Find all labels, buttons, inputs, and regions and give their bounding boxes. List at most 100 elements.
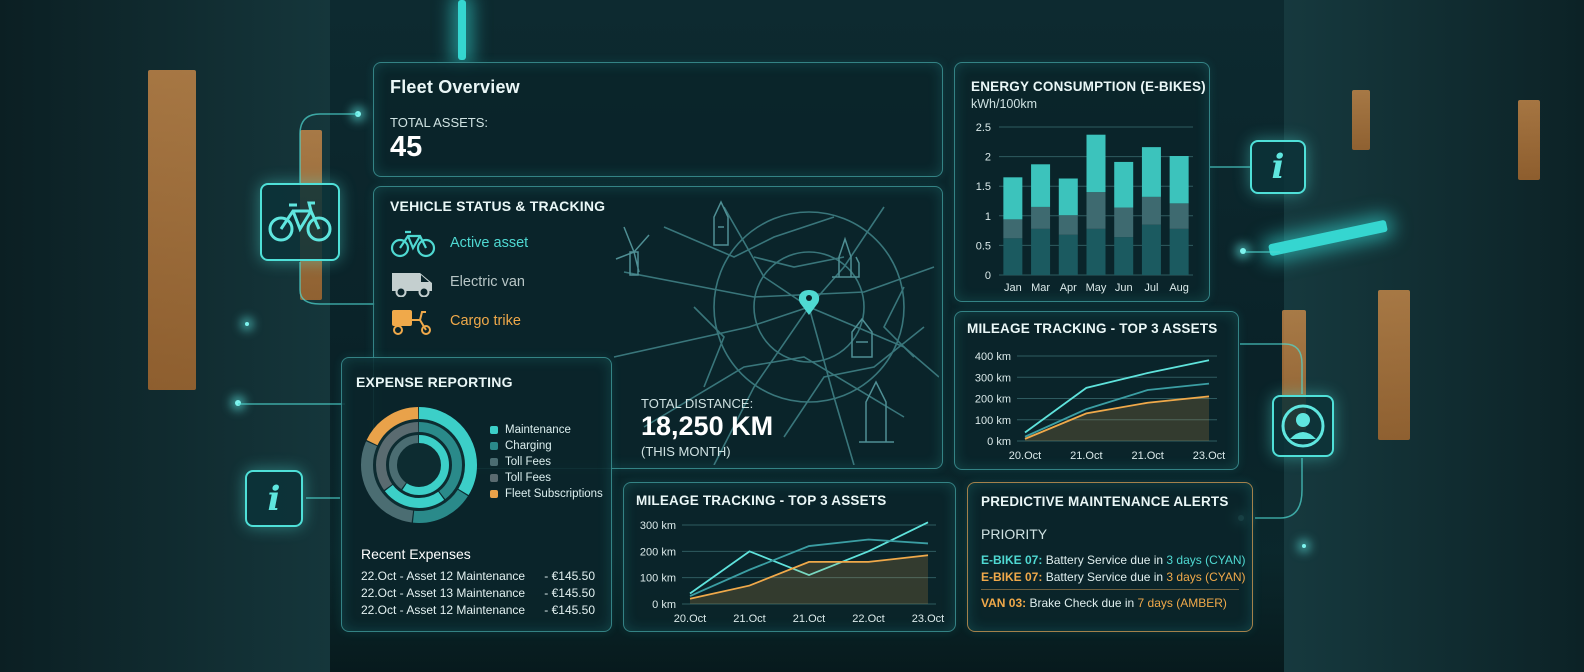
expense-row[interactable]: 22.Oct - Asset 12 Maintenance - €145.50 [361, 569, 595, 586]
vehicle-legend-trike[interactable]: Cargo trike [390, 305, 521, 337]
x-tick-label: May [1086, 282, 1107, 294]
x-tick-label: 21.Oct [793, 613, 825, 625]
user-profile-button[interactable] [1272, 395, 1334, 457]
legend-item: Toll Fees [490, 454, 603, 470]
x-tick-label: Apr [1060, 282, 1077, 294]
total-distance-value: 18,250 KM [641, 411, 774, 441]
glow-dot [245, 322, 249, 326]
fleet-overview-panel: Fleet Overview TOTAL ASSETS: 45 [373, 62, 943, 177]
total-distance-label: TOTAL DISTANCE: [641, 396, 754, 411]
x-tick-label: 21.Oct [733, 613, 765, 625]
x-tick-label: 22.Oct [852, 613, 884, 625]
energy-bar-chart: 0 0.5 1 1.5 2 2.5 Jan Mar Apr May Jun Jul Aug [976, 122, 1193, 294]
glow-dot [1302, 544, 1306, 548]
expense-row[interactable]: 22.Oct - Asset 12 Maintenance - €145.50 [361, 603, 595, 620]
x-tick-label: 23.Oct [912, 613, 944, 625]
bar-segment [1114, 237, 1134, 275]
y-tick-label: 2.5 [976, 122, 991, 134]
legend-item: Toll Fees [490, 470, 603, 486]
bar-segment [1114, 161, 1134, 208]
alert-item[interactable]: E-BIKE 07: Battery Service due in 3 days… [981, 570, 1246, 584]
info-icon: i [1271, 147, 1285, 187]
bicycle-icon [390, 230, 436, 258]
background-window [148, 70, 196, 390]
y-tick-label: 100 km [975, 415, 1011, 427]
mileage-right-title: MILEAGE TRACKING - TOP 3 ASSETS [967, 321, 1218, 336]
mileage-bottom-title: MILEAGE TRACKING - TOP 3 ASSETS [636, 493, 887, 508]
vehicle-legend-active[interactable]: Active asset [390, 227, 528, 259]
bicycle-icon [268, 201, 332, 242]
expense-reporting-panel: EXPENSE REPORTING Maintenance Charging T… [341, 357, 612, 632]
info-button-left[interactable]: i [245, 470, 303, 527]
vehicle-legend-label: Active asset [450, 235, 529, 251]
total-distance-period: (THIS MONTH) [641, 444, 731, 459]
glow-dot [355, 111, 361, 117]
bar-segment [1058, 178, 1078, 216]
y-tick-label: 300 km [640, 520, 676, 532]
bar-segment [1003, 238, 1023, 275]
expense-donut-chart [361, 407, 477, 523]
alert-asset: VAN 03: [981, 596, 1027, 610]
x-tick-label: Jun [1115, 282, 1133, 294]
expense-description: 22.Oct - Asset 12 Maintenance [361, 603, 526, 617]
alert-due: 3 days (CYAN) [1166, 553, 1246, 567]
glow-dot [1240, 248, 1246, 254]
bar-segment [1169, 228, 1189, 275]
recent-expenses-list: 22.Oct - Asset 12 Maintenance - €145.50 2… [361, 569, 595, 620]
series-area [1025, 396, 1209, 441]
y-tick-label: 400 km [975, 351, 1011, 363]
alert-text: Brake Check due in [1026, 596, 1138, 610]
legend-swatch [490, 474, 498, 482]
neon-strip [458, 0, 466, 60]
alert-item[interactable]: E-BIKE 07: Battery Service due in 3 days… [981, 553, 1246, 567]
user-icon [1281, 404, 1325, 448]
info-icon: i [267, 478, 281, 519]
bar-segment [1141, 147, 1161, 197]
expense-amount: - €145.50 [544, 586, 595, 600]
mileage-tracking-panel-right: MILEAGE TRACKING - TOP 3 ASSETS 0 km 100 … [954, 311, 1239, 470]
bicycle-side-button[interactable] [260, 183, 340, 261]
x-tick-label: 21.Oct [1070, 450, 1102, 462]
alert-asset: E-BIKE 07: [981, 570, 1043, 584]
y-tick-label: 300 km [975, 372, 1011, 384]
y-tick-label: 200 km [975, 394, 1011, 406]
expense-amount: - €145.50 [544, 603, 595, 617]
legend-label: Maintenance [505, 424, 571, 436]
expense-row[interactable]: 22.Oct - Asset 13 Maintenance - €145.50 [361, 586, 595, 603]
expense-description: 22.Oct - Asset 13 Maintenance [361, 586, 526, 600]
legend-label: Fleet Subscriptions [505, 488, 603, 500]
y-tick-label: 0.5 [976, 240, 991, 252]
legend-label: Charging [505, 440, 552, 452]
bar-segment [1086, 134, 1106, 193]
alert-item[interactable]: VAN 03: Brake Check due in 7 days (AMBER… [981, 596, 1227, 610]
bar-segment [1003, 177, 1023, 220]
vehicle-legend-van[interactable]: Electric van [390, 266, 525, 298]
glow-dot [235, 400, 241, 406]
alert-asset: E-BIKE 07: [981, 553, 1043, 567]
x-tick-label: Aug [1169, 282, 1189, 294]
bar-segment [1058, 215, 1078, 235]
legend-item: Charging [490, 438, 603, 454]
fleet-overview-title: Fleet Overview [390, 77, 520, 97]
mileage-tracking-panel-bottom: MILEAGE TRACKING - TOP 3 ASSETS 0 km 100 … [623, 482, 956, 632]
total-assets-label: TOTAL ASSETS: [390, 115, 489, 130]
recent-expenses-title: Recent Expenses [361, 546, 471, 562]
bar-segment [1031, 164, 1051, 207]
bar-segment [1031, 228, 1051, 275]
x-tick-label: Mar [1031, 282, 1050, 294]
x-tick-label: 21.Oct [1131, 450, 1163, 462]
vehicle-legend-label: Cargo trike [450, 313, 521, 329]
bar-segment [1003, 219, 1023, 239]
legend-item: Fleet Subscriptions [490, 486, 603, 502]
background-window [1378, 290, 1410, 440]
info-button-right[interactable]: i [1250, 140, 1306, 194]
y-tick-label: 0 [985, 270, 991, 282]
x-tick-label: 20.Oct [674, 613, 706, 625]
legend-swatch [490, 458, 498, 466]
expense-amount: - €145.50 [544, 569, 595, 583]
bar-segment [1031, 206, 1051, 229]
legend-swatch [490, 442, 498, 450]
alerts-divider [981, 589, 1239, 590]
expense-legend: Maintenance Charging Toll Fees Toll Fees… [490, 422, 603, 502]
expense-title: EXPENSE REPORTING [356, 374, 513, 390]
